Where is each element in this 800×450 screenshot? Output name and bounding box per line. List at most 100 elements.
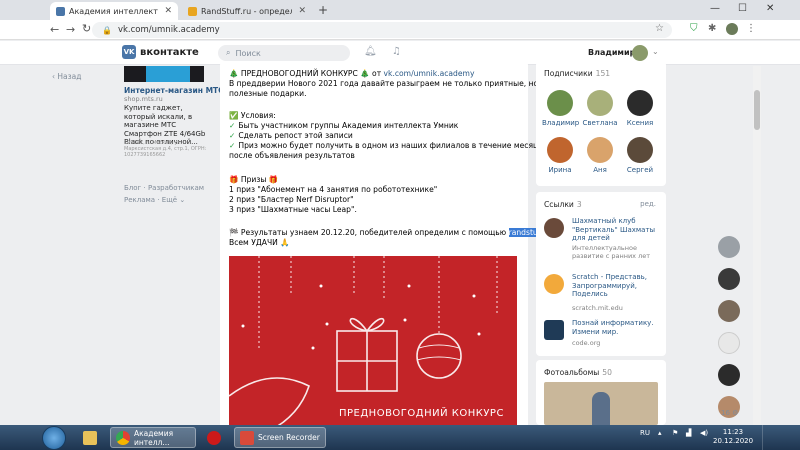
links-title[interactable]: Ссылки 3 — [544, 200, 582, 209]
ad-title[interactable]: Интернет-магазин МТС — [124, 86, 224, 95]
avatar[interactable] — [718, 236, 740, 258]
footer-link-more[interactable]: Ещё — [162, 196, 177, 204]
avatar[interactable] — [718, 268, 740, 290]
post-image[interactable]: ПРЕДНОВОГОДНИЙ КОНКУРС — [229, 256, 517, 431]
check-icon: ✓ — [229, 131, 236, 140]
tab-title: RandStuff.ru - определить побе... — [201, 6, 293, 16]
member[interactable]: Светлана — [582, 90, 618, 127]
puzzle-icon[interactable]: ✱ — [708, 23, 716, 34]
avatar[interactable] — [718, 364, 740, 386]
member[interactable]: Сергей — [622, 137, 658, 174]
post-line: полезные подарки. — [229, 89, 307, 98]
folder-icon — [83, 430, 97, 445]
taskbar-folder-icon[interactable] — [78, 427, 102, 448]
browser-tab-vk[interactable]: Академия интеллекта Умник ✕ — [50, 2, 178, 20]
edit-link[interactable]: ред. — [640, 200, 656, 208]
vk-logo[interactable]: VK вконтакте — [122, 45, 199, 59]
chat-count[interactable]: 16 ⚙ — [721, 409, 738, 417]
volume-icon[interactable]: ◀) — [700, 429, 708, 437]
chevron-down-icon[interactable]: ⌄ — [652, 47, 659, 56]
member[interactable]: Ирина — [542, 137, 578, 174]
member-name: Светлана — [582, 119, 618, 127]
group-link[interactable]: vk.com/umnik.academy — [384, 69, 475, 78]
links-label: Ссылки — [544, 200, 574, 209]
minimize-icon[interactable]: — — [710, 3, 720, 14]
maximize-icon[interactable]: ☐ — [738, 3, 747, 14]
photo-albums-label: Фотоальбомы — [544, 368, 600, 377]
clock-date: 20.12.2020 — [713, 437, 754, 445]
shield-icon[interactable]: ⛉ — [690, 23, 698, 34]
footer-links: Блог · Разработчикам — [124, 184, 205, 192]
user-name[interactable]: Владимир — [588, 48, 635, 57]
footer-link-ads[interactable]: Реклама — [124, 196, 155, 204]
chat-rail — [718, 236, 742, 428]
post-line: ✓ Быть участником группы Академия интелле… — [229, 121, 458, 130]
flag-icon[interactable]: ⚑ — [672, 429, 678, 437]
close-icon[interactable]: ✕ — [164, 6, 172, 16]
link-title[interactable]: Познай информатику. Измени мир. — [572, 319, 668, 336]
member[interactable]: Ксения — [622, 90, 658, 127]
avatar — [627, 137, 653, 163]
avatar — [587, 90, 613, 116]
chrome-icon — [116, 430, 130, 445]
system-clock[interactable]: 11:23 20.12.2020 — [713, 428, 753, 446]
photo-albums-title[interactable]: Фотоальбомы 50 — [544, 368, 612, 377]
reload-icon[interactable]: ↻ — [82, 22, 91, 35]
avatar[interactable] — [718, 332, 740, 354]
language-indicator[interactable]: RU — [640, 429, 650, 437]
subscribers-label: Подписчики — [544, 69, 593, 78]
windows-taskbar: Академия интелл... Screen Recorder RU ▴ … — [0, 425, 800, 450]
bell-icon[interactable]: 🔔︎ — [364, 46, 377, 57]
address-bar[interactable]: 🔒 vk.com/umnik.academy ☆ — [92, 22, 672, 38]
member[interactable]: Владимир — [542, 90, 579, 127]
subscribers-title[interactable]: Подписчики 151 — [544, 69, 610, 78]
taskbar-screen-recorder[interactable]: Screen Recorder — [234, 427, 326, 448]
avatar[interactable] — [718, 300, 740, 322]
network-icon[interactable]: ▟ — [686, 429, 691, 437]
music-icon[interactable]: ♫ — [392, 46, 401, 57]
plus-icon[interactable]: + — [318, 3, 328, 17]
album-photo-figure — [592, 392, 610, 425]
avatar — [547, 137, 573, 163]
avatar[interactable] — [632, 45, 648, 61]
ad-image[interactable] — [124, 66, 204, 82]
show-desktop-button[interactable] — [762, 425, 800, 450]
browser-tab-randstuff[interactable]: RandStuff.ru - определить побе... ✕ — [182, 2, 312, 20]
scrollbar[interactable] — [753, 66, 761, 425]
link-subtitle: Интеллектуальное развитие с ранних лет — [572, 244, 651, 260]
menu-dots-icon[interactable]: ⋮ — [746, 23, 756, 34]
scratch-icon — [544, 274, 564, 294]
windows-start-icon[interactable] — [42, 426, 66, 450]
footer-link-blog[interactable]: Блог — [124, 184, 141, 192]
christmas-ornaments-illustration — [229, 256, 498, 431]
post-line: ✅ Условия: — [229, 111, 276, 120]
forward-arrow-icon[interactable]: → — [66, 23, 75, 36]
taskbar-label: Академия интелл... — [134, 428, 174, 447]
chess-club-icon — [544, 218, 564, 238]
profile-avatar[interactable] — [726, 23, 738, 35]
back-arrow-icon[interactable]: ← — [50, 23, 59, 36]
tab-title: Академия интеллекта Умник — [69, 6, 159, 16]
scrollbar-thumb[interactable] — [754, 90, 760, 130]
search-icon: ⌕ — [226, 48, 231, 57]
vk-logo-icon: VK — [122, 45, 136, 59]
close-icon[interactable]: ✕ — [766, 3, 774, 14]
tray-expand-icon[interactable]: ▴ — [658, 429, 662, 437]
back-link[interactable]: ‹ Назад — [52, 72, 81, 81]
search-input[interactable]: ⌕ Поиск — [218, 45, 350, 61]
link-title[interactable]: Scratch - Представь, Запрограммируй, Под… — [572, 273, 668, 299]
member[interactable]: Аня — [582, 137, 618, 174]
star-icon[interactable]: ☆ — [655, 23, 664, 34]
post-line: Всем УДАЧИ 🙏 — [229, 238, 290, 247]
photo-albums-count: 50 — [602, 368, 612, 377]
taskbar-label: Screen Recorder — [258, 433, 320, 442]
close-icon[interactable]: ✕ — [298, 6, 306, 16]
footer-link-dev[interactable]: Разработчикам — [148, 184, 204, 192]
check-icon: ✓ — [229, 141, 236, 150]
avatar — [627, 90, 653, 116]
taskbar-chrome[interactable]: Академия интелл... — [110, 427, 196, 448]
link-title[interactable]: Шахматный клуб "Вертикаль" Шахматы для д… — [572, 217, 668, 243]
search-placeholder: Поиск — [235, 48, 261, 58]
taskbar-opera[interactable] — [202, 427, 228, 448]
album-cover[interactable] — [544, 382, 658, 425]
